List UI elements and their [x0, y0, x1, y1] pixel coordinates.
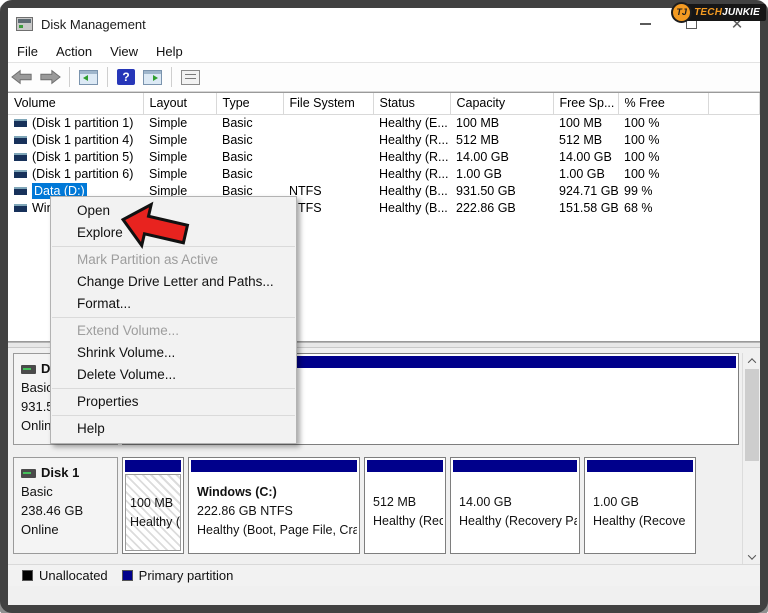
toolbar-separator — [69, 67, 70, 87]
list-header-row: Volume Layout Type File System Status Ca… — [8, 93, 760, 115]
menu-bar: File Action View Help — [8, 40, 760, 62]
brand-name: TECHJUNKIE — [682, 3, 766, 21]
primary-partition-band — [191, 460, 357, 472]
disk1-partition-efi[interactable]: 100 MB Healthy ( — [122, 457, 184, 554]
menu-action[interactable]: Action — [47, 42, 101, 61]
legend-bar: Unallocated Primary partition — [8, 564, 760, 586]
toolbar-separator — [171, 67, 172, 87]
col-empty — [708, 93, 760, 115]
col-free-space[interactable]: Free Sp... — [553, 93, 619, 115]
volume-icon — [14, 136, 27, 145]
window-content: Disk Management ✕ File Action View Help … — [8, 8, 760, 605]
unallocated-swatch — [22, 570, 33, 581]
primary-partition-swatch — [121, 570, 133, 581]
volume-row[interactable]: (Disk 1 partition 1) Simple Basic Healthy… — [8, 114, 760, 131]
disk1-partition-512mb[interactable]: 512 MB Healthy (Reco — [364, 457, 446, 554]
primary-partition-band — [367, 460, 443, 472]
disk-management-app-icon — [16, 17, 33, 31]
col-file-system[interactable]: File System — [283, 93, 374, 115]
volume-icon — [14, 170, 27, 179]
action-pane-icon[interactable] — [143, 69, 162, 85]
disk1-partition-windows-c[interactable]: Windows (C:) 222.86 GB NTFS Healthy (Boo… — [188, 457, 360, 554]
help-icon[interactable]: ? — [117, 69, 135, 85]
primary-partition-band — [453, 460, 577, 472]
disk-icon — [21, 365, 36, 375]
brand-logo: TJ TECHJUNKIE — [671, 1, 766, 23]
volume-icon — [14, 119, 27, 128]
disk1-label[interactable]: Disk 1 Basic 238.46 GB Online — [13, 457, 118, 554]
menu-file[interactable]: File — [8, 42, 47, 61]
menu-item-shrink-volume[interactable]: Shrink Volume... — [51, 342, 296, 364]
disk1-partition-14gb[interactable]: 14.00 GB Healthy (Recovery Par — [450, 457, 580, 554]
properties-icon[interactable] — [181, 69, 200, 85]
menu-item-extend-volume: Extend Volume... — [77, 323, 180, 338]
menu-item-format[interactable]: Format... — [51, 293, 296, 315]
volume-row[interactable]: (Disk 1 partition 4) Simple Basic Healthy… — [8, 131, 760, 148]
minimize-button[interactable] — [622, 8, 668, 40]
disk1-row: Disk 1 Basic 238.46 GB Online 100 MB Hea… — [13, 457, 696, 554]
menu-item-help[interactable]: Help — [51, 418, 296, 440]
col-pct-free[interactable]: % Free — [618, 93, 709, 115]
primary-partition-band — [125, 460, 181, 472]
unallocated-label: Unallocated — [39, 568, 108, 583]
menu-item-change-drive-letter[interactable]: Change Drive Letter and Paths... — [51, 271, 296, 293]
menu-separator — [52, 388, 295, 389]
volume-icon — [14, 204, 27, 213]
menu-separator — [52, 415, 295, 416]
col-status[interactable]: Status — [373, 93, 451, 115]
back-icon[interactable] — [11, 69, 33, 85]
toolbar: ? — [8, 62, 760, 92]
brand-monogram: TJ — [671, 1, 693, 23]
window-title: Disk Management — [41, 16, 146, 32]
primary-partition-label: Primary partition — [138, 568, 234, 583]
volume-row[interactable]: (Disk 1 partition 5) Simple Basic Healthy… — [8, 148, 760, 165]
title-bar: Disk Management ✕ — [8, 8, 760, 40]
volume-row[interactable]: (Disk 1 partition 6) Simple Basic Healthy… — [8, 165, 760, 182]
volume-icon — [14, 187, 27, 196]
menu-separator — [52, 317, 295, 318]
app-window: Disk Management ✕ File Action View Help … — [0, 0, 768, 613]
menu-view[interactable]: View — [101, 42, 147, 61]
toolbar-separator — [107, 67, 108, 87]
volume-icon — [14, 153, 27, 162]
scroll-up-icon[interactable] — [743, 353, 761, 369]
scroll-down-icon[interactable] — [743, 549, 761, 565]
col-capacity[interactable]: Capacity — [450, 93, 554, 115]
menu-item-properties[interactable]: Properties — [51, 391, 296, 413]
col-type[interactable]: Type — [216, 93, 284, 115]
primary-partition-band — [587, 460, 693, 472]
forward-icon[interactable] — [39, 69, 61, 85]
console-tree-icon[interactable] — [79, 69, 98, 85]
menu-help[interactable]: Help — [147, 42, 192, 61]
disk-icon — [21, 469, 36, 479]
scrollbar-thumb[interactable] — [744, 369, 759, 461]
col-layout[interactable]: Layout — [143, 93, 217, 115]
vertical-scrollbar[interactable] — [742, 353, 760, 565]
menu-item-delete-volume[interactable]: Delete Volume... — [51, 364, 296, 386]
disk1-partition-1gb[interactable]: 1.00 GB Healthy (Recove — [584, 457, 696, 554]
col-volume[interactable]: Volume — [8, 93, 144, 115]
